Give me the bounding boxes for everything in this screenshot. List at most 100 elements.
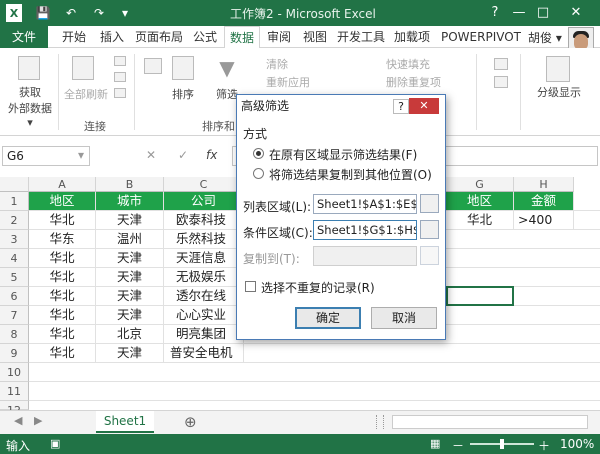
column-header-g[interactable]: G [446, 177, 514, 192]
cancel-button[interactable]: 取消 [371, 307, 437, 329]
table-cell[interactable]: 乐然科技 [164, 230, 244, 249]
name-box-dropdown-icon[interactable]: ▾ [78, 148, 84, 162]
table-cell[interactable]: 明亮集团 [164, 325, 244, 344]
sheet-tab-sheet1[interactable]: Sheet1 [96, 411, 154, 433]
name-box[interactable]: G6 [2, 146, 90, 166]
dialog-help-button[interactable]: ? [393, 99, 409, 114]
range-select-icon[interactable] [420, 194, 439, 213]
table-header-cell[interactable]: 城市 [96, 192, 164, 211]
row-header[interactable]: 11 [0, 382, 29, 401]
criteria-cell[interactable]: >400 [514, 211, 574, 230]
tab-powerpivot[interactable]: POWERPIVOT [436, 26, 526, 48]
user-name[interactable]: 胡俊 ▾ [528, 29, 562, 46]
table-cell[interactable]: 天津 [96, 249, 164, 268]
criteria-cell[interactable]: 华北 [446, 211, 514, 230]
tab-page-layout[interactable]: 页面布局 [132, 26, 186, 48]
table-cell[interactable]: 华北 [29, 325, 96, 344]
tab-data[interactable]: 数据 [224, 26, 260, 49]
table-cell[interactable]: 温州 [96, 230, 164, 249]
zoom-out-button[interactable]: － [452, 437, 464, 454]
row-header[interactable]: 12 [0, 401, 29, 417]
tab-home[interactable]: 开始 [56, 26, 92, 48]
table-cell[interactable]: 华北 [29, 211, 96, 230]
zoom-in-button[interactable]: ＋ [538, 437, 550, 454]
ok-button[interactable]: 确定 [295, 307, 361, 329]
radio-filter-in-place[interactable] [253, 148, 264, 159]
radio-copy-to-location[interactable] [253, 168, 264, 179]
get-external-data-button[interactable]: 获取 外部数据 ▾ [6, 84, 54, 129]
row-header[interactable]: 8 [0, 325, 29, 344]
table-cell[interactable]: 北京 [96, 325, 164, 344]
table-cell[interactable]: 天津 [96, 306, 164, 325]
save-icon[interactable]: 💾 [34, 4, 52, 22]
table-cell[interactable]: 华北 [29, 306, 96, 325]
tab-add-ins[interactable]: 加载项 [390, 26, 434, 48]
selected-cell-g6[interactable] [446, 286, 514, 306]
reapply-button[interactable]: 重新应用 [266, 74, 320, 90]
data-validation-icon[interactable] [494, 58, 508, 70]
close-button[interactable]: ✕ [558, 3, 594, 21]
unique-records-checkbox[interactable] [245, 281, 256, 292]
outline-button[interactable]: 分级显示 [526, 84, 592, 100]
undo-icon[interactable]: ↶ [62, 4, 80, 22]
minimize-button[interactable]: — [508, 3, 530, 21]
column-header-c[interactable]: C [164, 177, 244, 192]
table-cell[interactable]: 华北 [29, 344, 96, 363]
edit-links-icon[interactable] [114, 88, 126, 98]
redo-icon[interactable]: ↷ [90, 4, 108, 22]
macro-record-icon[interactable]: ▣ [50, 437, 60, 450]
select-all-corner[interactable] [0, 177, 29, 192]
zoom-level[interactable]: 100% [560, 437, 594, 451]
row-header[interactable]: 1 [0, 192, 29, 211]
radio-copy-to-location-label[interactable]: 将筛选结果复制到其他位置(O) [269, 166, 432, 183]
tab-formulas[interactable]: 公式 [188, 26, 222, 48]
table-cell[interactable]: 华东 [29, 230, 96, 249]
table-cell[interactable]: 天津 [96, 344, 164, 363]
criteria-header-cell[interactable]: 金额 [514, 192, 574, 211]
properties-icon[interactable] [114, 72, 126, 82]
row-header[interactable]: 9 [0, 344, 29, 363]
table-header-cell[interactable]: 公司 [164, 192, 244, 211]
table-cell[interactable]: 华北 [29, 287, 96, 306]
horizontal-scrollbar[interactable] [392, 415, 588, 429]
criteria-header-cell[interactable]: 地区 [446, 192, 514, 211]
row-header[interactable]: 3 [0, 230, 29, 249]
row-header[interactable]: 5 [0, 268, 29, 287]
refresh-all-button[interactable]: 全部刷新 [62, 86, 110, 102]
tab-view[interactable]: 视图 [298, 26, 332, 48]
tab-review[interactable]: 审阅 [262, 26, 296, 48]
table-cell[interactable]: 天津 [96, 287, 164, 306]
flash-fill-button[interactable]: 快速填充 [386, 56, 446, 72]
column-header-h[interactable]: H [514, 177, 574, 192]
table-cell[interactable]: 天涯信息 [164, 249, 244, 268]
table-cell[interactable]: 普安全电机 [164, 344, 244, 363]
scroll-right-icon[interactable]: ▶ [34, 414, 42, 427]
radio-filter-in-place-label[interactable]: 在原有区域显示筛选结果(F) [269, 146, 417, 163]
consolidate-icon[interactable] [494, 76, 508, 88]
maximize-button[interactable]: □ [532, 3, 554, 21]
column-header-a[interactable]: A [29, 177, 96, 192]
zoom-slider-thumb[interactable] [500, 439, 504, 449]
sort-button[interactable]: 排序 [168, 86, 198, 102]
copy-to-input[interactable] [313, 246, 417, 266]
tab-developer[interactable]: 开发工具 [334, 26, 388, 48]
range-select-icon[interactable] [420, 220, 439, 239]
insert-function-icon[interactable]: fx [206, 148, 217, 162]
table-cell[interactable]: 欧泰科技 [164, 211, 244, 230]
column-header-b[interactable]: B [96, 177, 164, 192]
cancel-formula-icon[interactable]: ✕ [146, 148, 156, 162]
row-header[interactable]: 6 [0, 287, 29, 306]
table-cell[interactable]: 透尔在线 [164, 287, 244, 306]
list-range-input[interactable]: Sheet1!$A$1:$E$9 [313, 194, 417, 214]
normal-view-icon[interactable]: ▦ [430, 437, 440, 450]
remove-duplicates-button[interactable]: 删除重复项 [386, 74, 454, 90]
row-header[interactable]: 10 [0, 363, 29, 382]
table-cell[interactable]: 天津 [96, 268, 164, 287]
table-cell[interactable]: 华北 [29, 249, 96, 268]
row-header[interactable]: 2 [0, 211, 29, 230]
dialog-close-button[interactable]: ✕ [409, 98, 439, 114]
table-cell[interactable]: 无极娱乐 [164, 268, 244, 287]
table-header-cell[interactable]: 地区 [29, 192, 96, 211]
connections-icon[interactable] [114, 56, 126, 66]
table-cell[interactable]: 华北 [29, 268, 96, 287]
